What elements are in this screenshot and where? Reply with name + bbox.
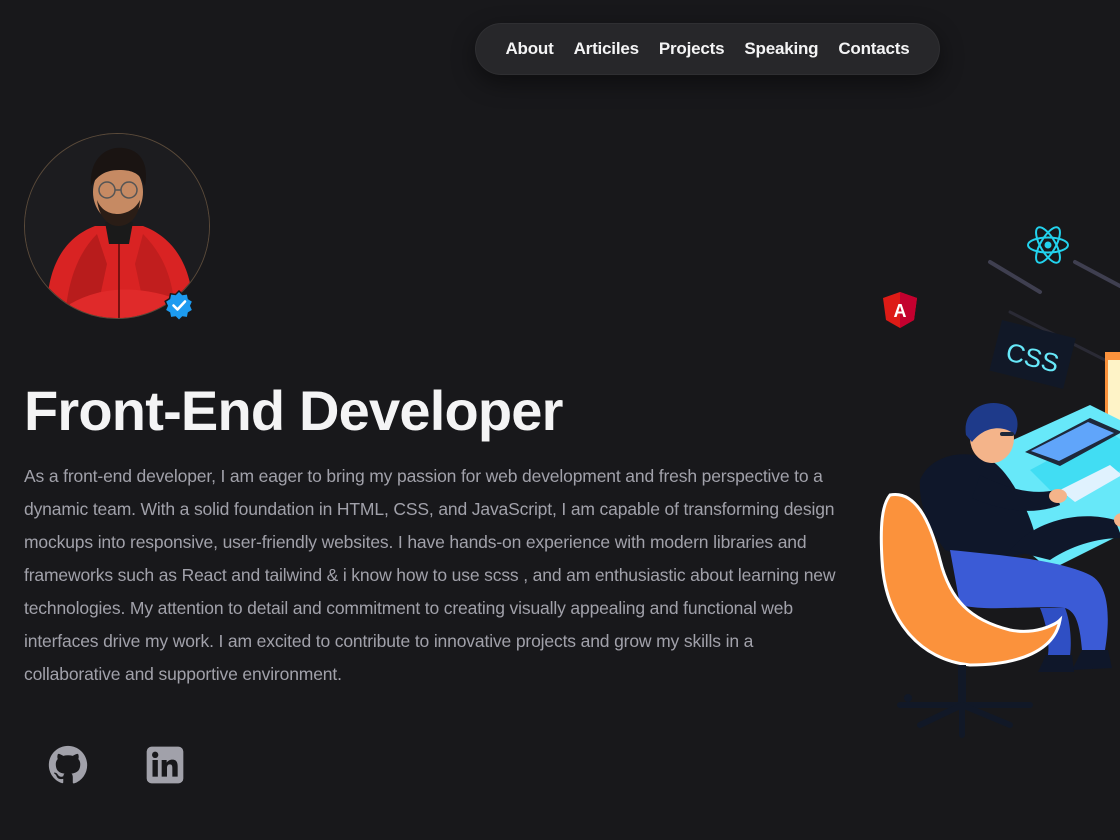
main-nav: About Articiles Projects Speaking Contac… — [475, 23, 940, 75]
nav-articles[interactable]: Articiles — [574, 39, 639, 59]
nav-speaking[interactable]: Speaking — [744, 39, 818, 59]
page-title: Front-End Developer — [24, 379, 563, 442]
nav-about[interactable]: About — [505, 39, 553, 59]
verified-badge-icon — [164, 290, 194, 320]
angular-icon: A — [883, 292, 917, 328]
page: About Articiles Projects Speaking Contac… — [0, 0, 1120, 840]
nav-contacts[interactable]: Contacts — [838, 39, 909, 59]
css-panel: CSS — [989, 320, 1076, 389]
svg-text:A: A — [894, 301, 907, 321]
decor-line — [988, 260, 1042, 294]
bio-text: As a front-end developer, I am eager to … — [24, 466, 836, 684]
decor-line — [1073, 260, 1120, 288]
linkedin-icon[interactable] — [145, 745, 185, 785]
nav-projects[interactable]: Projects — [659, 39, 725, 59]
react-icon — [1027, 226, 1069, 264]
developer-illustration: A CSS — [879, 226, 1120, 738]
github-icon[interactable] — [48, 745, 88, 785]
